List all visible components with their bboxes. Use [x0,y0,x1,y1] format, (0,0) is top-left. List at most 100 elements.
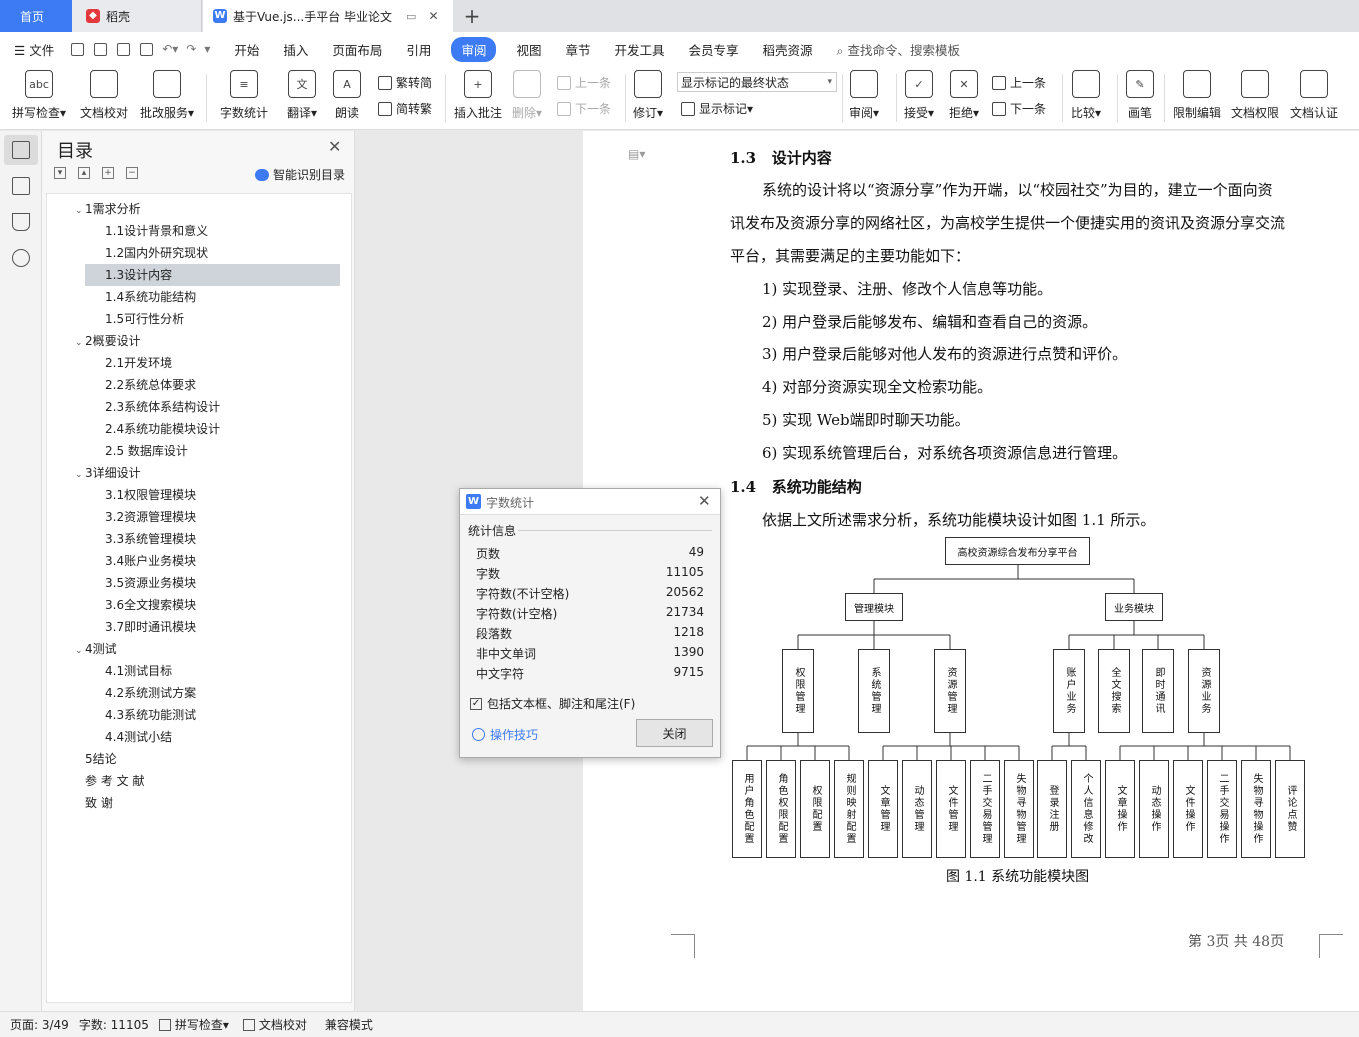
tab-close-icon[interactable]: ✕ [428,9,438,23]
next-comment-button[interactable]: 下一条 [557,100,611,117]
insert-comment-button[interactable]: + 插入批注 [454,70,502,121]
toc-item[interactable]: ⌄ 2概要设计 [75,330,141,352]
toc-item[interactable]: 3.6全文搜索模块 [85,594,196,616]
smart-toc-button[interactable]: 智能识别目录 [255,166,345,183]
doc-certify-button[interactable]: 文档认证 [1290,70,1338,121]
tab-document[interactable]: W 基于Vue.js...手平台 毕业论文 ▭ ✕ [203,0,453,32]
redo-icon[interactable]: ↷ [186,42,196,56]
compare-button[interactable]: 比较▾ [1071,70,1101,121]
toc-item[interactable]: 3.4账户业务模块 [85,550,196,572]
toc-item[interactable]: 2.2系统总体要求 [85,374,196,396]
translate-button[interactable]: 文翻译▾ [287,70,317,121]
toc-item[interactable]: 参 考 文 献 [75,770,144,792]
expand-all-icon[interactable]: ▾ [54,167,66,179]
chevron-down-icon[interactable]: ⌄ [75,640,85,662]
chevron-down-icon[interactable]: ⌄ [75,200,85,222]
menu-insert[interactable]: 插入 [271,40,320,59]
review-pane-button[interactable]: 审阅▾ [849,70,879,121]
file-menu[interactable]: ☰ 文件 [0,40,66,59]
tips-link[interactable]: 操作技巧 [472,726,538,743]
toc-item[interactable]: 1.1设计背景和意义 [85,220,208,242]
menu-view[interactable]: 视图 [504,40,553,59]
chevron-down-icon[interactable]: ⌄ [75,464,85,486]
toc-item[interactable]: 2.5 数据库设计 [85,440,188,462]
outline-icon[interactable] [12,141,30,159]
dialog-titlebar[interactable]: W 字数统计 ✕ [460,489,720,515]
toc-item[interactable]: 4.1测试目标 [85,660,172,682]
toc-item[interactable]: 3.7即时通讯模块 [85,616,196,638]
collapse-all-icon[interactable]: ▴ [78,167,90,179]
toc-item[interactable]: 1.4系统功能结构 [85,286,196,308]
pen-button[interactable]: ✎ 画笔 [1126,70,1154,121]
bookmark-icon[interactable] [12,213,30,231]
new-tab-button[interactable]: + [458,0,486,32]
tab-home[interactable]: 首页 [0,0,72,32]
batch-service-button[interactable]: 批改服务▾ [140,70,194,121]
close-icon[interactable]: ✕ [328,137,341,156]
close-icon[interactable]: ✕ [698,492,711,510]
simp-to-trad-button[interactable]: 简转繁 [378,100,432,117]
toc-item[interactable]: 3.3系统管理模块 [85,528,196,550]
include-notes-checkbox[interactable]: ✓ 包括文本框、脚注和尾注(F) [470,695,635,712]
menu-reference[interactable]: 引用 [394,40,443,59]
chevron-down-icon[interactable]: ⌄ [75,332,85,354]
toc-item[interactable]: 1.5可行性分析 [85,308,184,330]
status-spell-check[interactable]: 拼写检查 ▾ [158,1016,229,1033]
status-page[interactable]: 页面: 3/49 [10,1016,69,1033]
search-icon[interactable] [12,249,30,267]
trad-to-simp-button[interactable]: 繁转简 [378,74,432,91]
markup-mode-select[interactable]: 显示标记的最终状态 ▾ [677,72,837,92]
chapter-icon[interactable] [12,177,30,195]
toc-item[interactable]: 3.5资源业务模块 [85,572,196,594]
more-icon[interactable]: ▾ [204,42,210,56]
toc-item[interactable]: ⌄ 1需求分析 [75,198,141,220]
print-icon[interactable] [117,42,131,56]
print-preview-icon[interactable] [140,42,154,56]
command-search[interactable]: ⌕ 查找命令、搜索模板 [825,40,973,59]
toc-item[interactable]: 4.2系统测试方案 [85,682,196,704]
prev-comment-button[interactable]: 上一条 [557,74,611,91]
menu-member[interactable]: 会员专享 [677,40,751,59]
reject-button[interactable]: ✕ 拒绝▾ [949,70,979,121]
export-pdf-icon[interactable] [94,42,108,56]
toc-item[interactable]: 致 谢 [75,792,113,814]
toc-item[interactable]: 1.2国内外研究现状 [85,242,208,264]
toc-item[interactable]: 2.4系统功能模块设计 [85,418,220,440]
doc-proof-button[interactable]: 文档校对 [80,70,128,121]
save-icon[interactable] [71,42,85,56]
tab-daoke[interactable]: ◆ 稻壳 [72,0,202,32]
track-changes-button[interactable]: 修订▾ [633,70,663,121]
menu-layout[interactable]: 页面布局 [320,40,394,59]
menu-devtools[interactable]: 开发工具 [602,40,676,59]
undo-icon[interactable]: ↶▾ [162,42,178,56]
tab-restore-icon[interactable]: ▭ [406,10,416,23]
doc-permission-button[interactable]: 文档权限 [1231,70,1279,121]
spell-check-button[interactable]: abc 拼写检查▾ [12,70,66,121]
toc-item[interactable]: 4.3系统功能测试 [85,704,196,726]
remove-heading-icon[interactable]: − [126,167,138,179]
status-words[interactable]: 字数: 11105 [79,1016,149,1033]
delete-comment-button[interactable]: 删除▾ [512,70,542,121]
add-heading-icon[interactable]: + [102,167,114,179]
toc-item[interactable]: 2.1开发环境 [85,352,172,374]
prev-change-button[interactable]: 上一条 [992,74,1046,91]
next-change-button[interactable]: 下一条 [992,100,1046,117]
close-button[interactable]: 关闭 [636,719,713,747]
toc-item[interactable]: 4.4测试小结 [85,726,172,748]
menu-daoke[interactable]: 稻壳资源 [751,40,825,59]
toc-item[interactable]: 3.1权限管理模块 [85,484,196,506]
toc-item[interactable]: 5结论 [75,748,117,770]
restrict-edit-button[interactable]: 限制编辑 [1173,70,1221,121]
status-doc-proof[interactable]: 文档校对 [242,1016,307,1033]
toc-item[interactable]: ⌄ 3详细设计 [75,462,141,484]
accept-button[interactable]: ✓ 接受▾ [904,70,934,121]
menu-review[interactable]: 审阅 [451,36,497,62]
toc-item[interactable]: ⌄ 4测试 [75,638,117,660]
show-markup-button[interactable]: 显示标记 ▾ [681,100,753,117]
menu-chapter[interactable]: 章节 [553,40,602,59]
read-aloud-button[interactable]: A 朗读 [333,70,361,121]
toc-item[interactable]: 3.2资源管理模块 [85,506,196,528]
word-count-button[interactable]: ≡ 字数统计 [220,70,268,121]
toc-item[interactable]: 1.3设计内容 [85,264,340,286]
menu-start[interactable]: 开始 [222,40,271,59]
